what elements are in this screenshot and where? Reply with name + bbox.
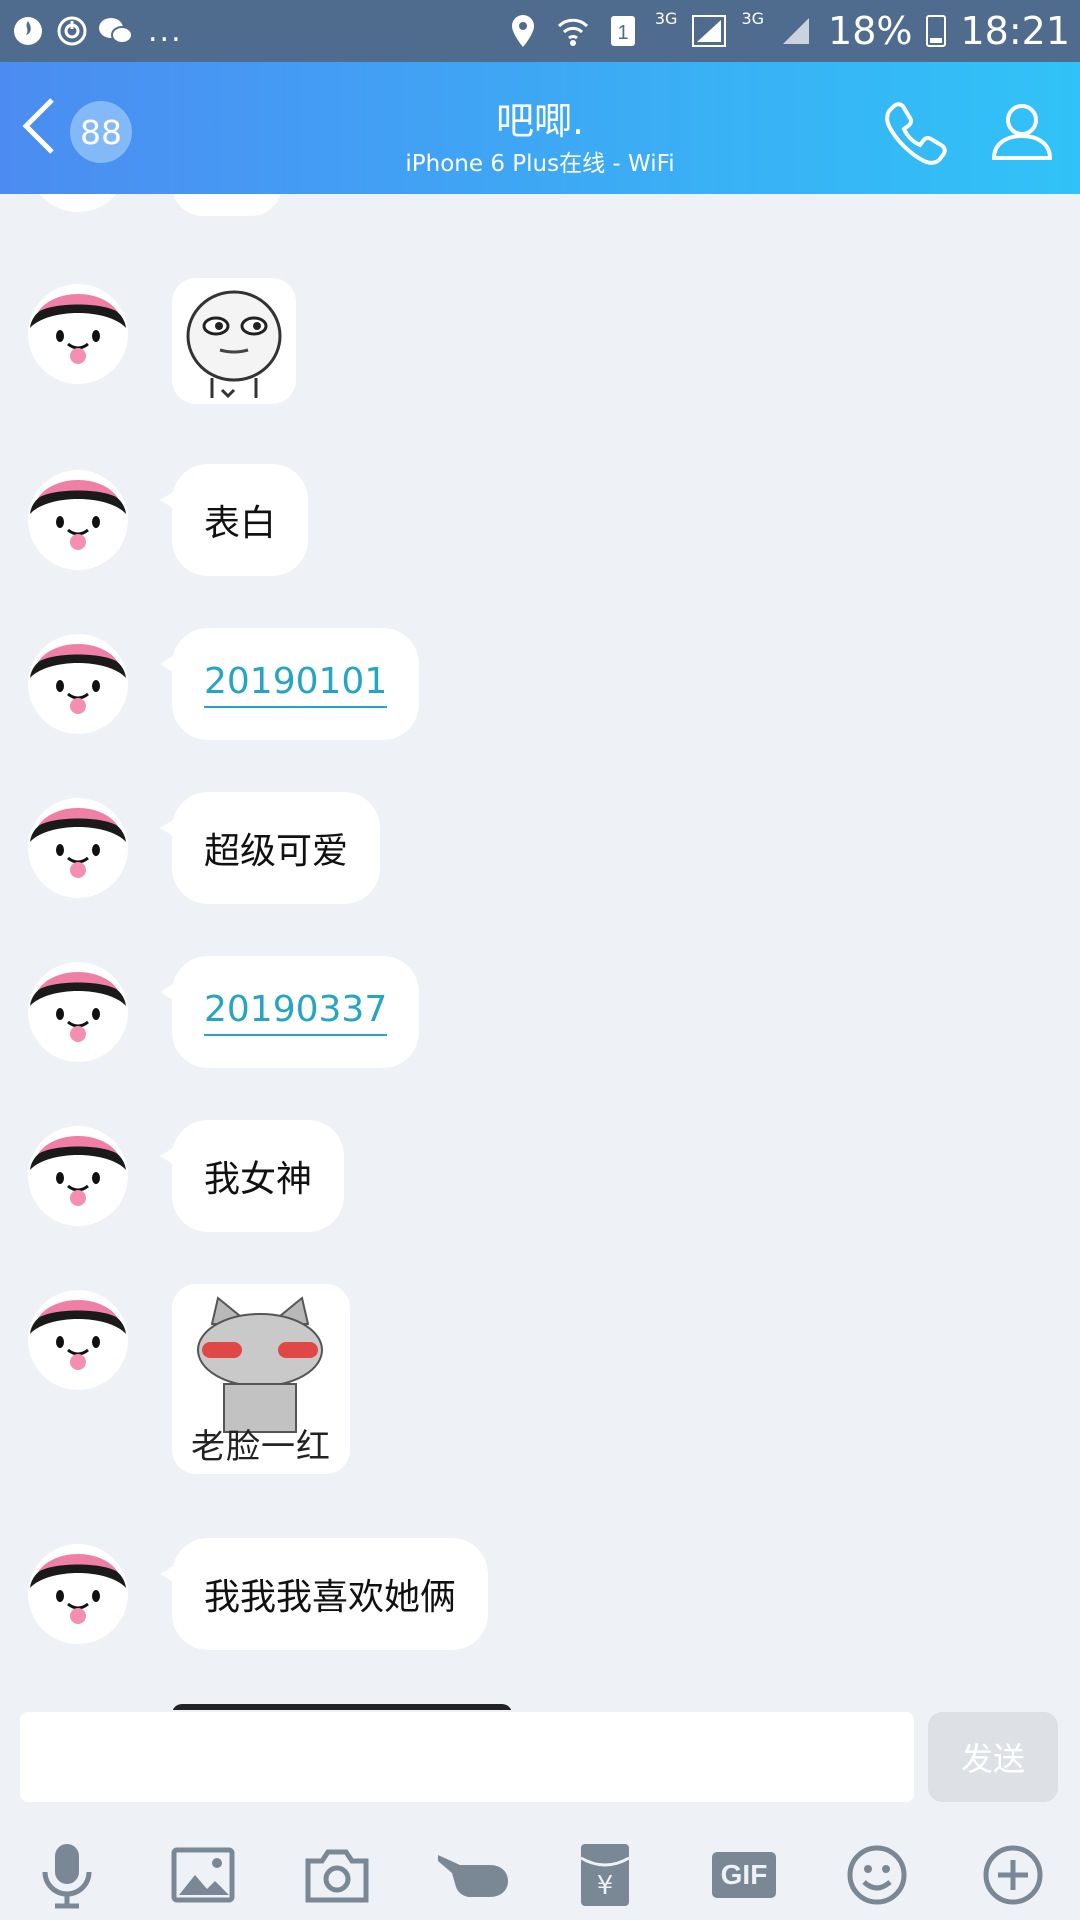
sticker-image[interactable] — [172, 278, 296, 404]
red-packet-icon: ¥ — [580, 1844, 630, 1906]
plus-icon — [983, 1845, 1043, 1905]
message-link[interactable]: 20190101 — [204, 661, 388, 708]
message-bubble[interactable]: 表白 — [159, 464, 309, 576]
svg-text:¥: ¥ — [597, 1871, 614, 1901]
clock: 18:21 — [960, 9, 1070, 53]
cat-avatar-icon — [28, 1290, 128, 1390]
sim-icon: 1 — [605, 13, 641, 49]
avatar[interactable] — [24, 956, 132, 1064]
microphone-icon — [42, 1844, 92, 1909]
avatar[interactable] — [24, 1538, 132, 1646]
signal-icon — [691, 13, 727, 49]
avatar[interactable] — [24, 792, 132, 900]
call-button[interactable] — [880, 98, 952, 170]
message-text: 我我我喜欢她俩 — [204, 1577, 457, 1618]
blushing-cat-sticker-icon — [197, 1296, 323, 1433]
cat-avatar-icon — [28, 1544, 128, 1644]
message-text: 超级可爱 — [204, 831, 349, 872]
avatar[interactable] — [24, 194, 132, 214]
image-icon — [171, 1847, 235, 1903]
gif-button[interactable]: GIF — [706, 1840, 782, 1910]
message-bubble[interactable] — [172, 194, 282, 216]
avatar[interactable] — [24, 278, 132, 386]
message-text: 表白 — [204, 503, 277, 544]
smile-icon — [847, 1845, 907, 1905]
emoji-button[interactable] — [842, 1840, 912, 1910]
phone-icon — [885, 102, 947, 165]
message-link[interactable]: 20190337 — [204, 989, 388, 1036]
more-button[interactable] — [978, 1840, 1048, 1910]
pointing-hand-icon — [438, 1855, 508, 1897]
cat-avatar-icon — [28, 1126, 128, 1226]
wechat-icon — [98, 13, 134, 49]
camera-button[interactable] — [302, 1840, 372, 1910]
status-bar: ... 1 3G 3G 18% 18:21 — [0, 0, 1080, 62]
message-bubble[interactable]: 20190101 — [159, 628, 420, 740]
flame-icon — [10, 13, 46, 49]
message-bubble[interactable]: 超级可爱 — [159, 792, 381, 904]
network-type-2: 3G — [741, 9, 765, 28]
message-bubble[interactable]: 我我我喜欢她俩 — [159, 1538, 489, 1650]
composer-toolbar: ¥ GIF — [0, 1830, 1080, 1920]
more-notifications: ... — [148, 13, 183, 49]
poke-button[interactable] — [436, 1840, 516, 1910]
signal-icon-2 — [778, 13, 814, 49]
svg-text:1: 1 — [617, 22, 628, 44]
network-type-1: 3G — [654, 9, 678, 28]
battery-percent: 18% — [828, 9, 913, 53]
avatar[interactable] — [24, 1120, 132, 1228]
message-bubble[interactable]: 我女神 — [159, 1120, 345, 1232]
power-icon — [54, 13, 90, 49]
send-button[interactable]: 发送 — [928, 1712, 1058, 1802]
composer: 发送 ¥ GIF — [0, 1710, 1080, 1920]
cat-avatar-icon — [28, 798, 128, 898]
avatar[interactable] — [24, 464, 132, 572]
message-input[interactable] — [20, 1712, 914, 1802]
user-icon — [991, 104, 1053, 160]
wifi-icon — [555, 13, 591, 49]
sticker-caption: 老脸一红 — [191, 1427, 331, 1467]
cat-avatar-icon — [28, 284, 128, 384]
cat-avatar-icon — [28, 470, 128, 570]
avatar[interactable] — [24, 628, 132, 736]
camera-icon — [305, 1849, 369, 1903]
avatar[interactable] — [24, 1284, 132, 1392]
cat-avatar-icon — [28, 634, 128, 734]
message-text: 我女神 — [204, 1159, 313, 1200]
red-packet-button[interactable]: ¥ — [570, 1840, 640, 1910]
chat-header: 88 吧唧. iPhone 6 Plus在线 - WiFi — [0, 62, 1080, 194]
cat-avatar-icon — [28, 962, 128, 1062]
message-bubble[interactable]: 20190337 — [159, 956, 420, 1068]
profile-button[interactable] — [990, 98, 1054, 162]
cat-avatar-icon — [39, 194, 117, 212]
gallery-button[interactable] — [168, 1840, 238, 1910]
gif-icon: GIF — [712, 1852, 776, 1898]
location-icon — [505, 13, 541, 49]
face-sticker-icon — [186, 290, 282, 399]
message-list[interactable]: 表白 20190101 超级可爱 20190337 我女神 老脸一红 我我我喜欢… — [0, 194, 1080, 1710]
battery-icon — [926, 15, 947, 47]
voice-button[interactable] — [32, 1840, 102, 1910]
sticker-image[interactable]: 老脸一红 — [172, 1284, 350, 1474]
